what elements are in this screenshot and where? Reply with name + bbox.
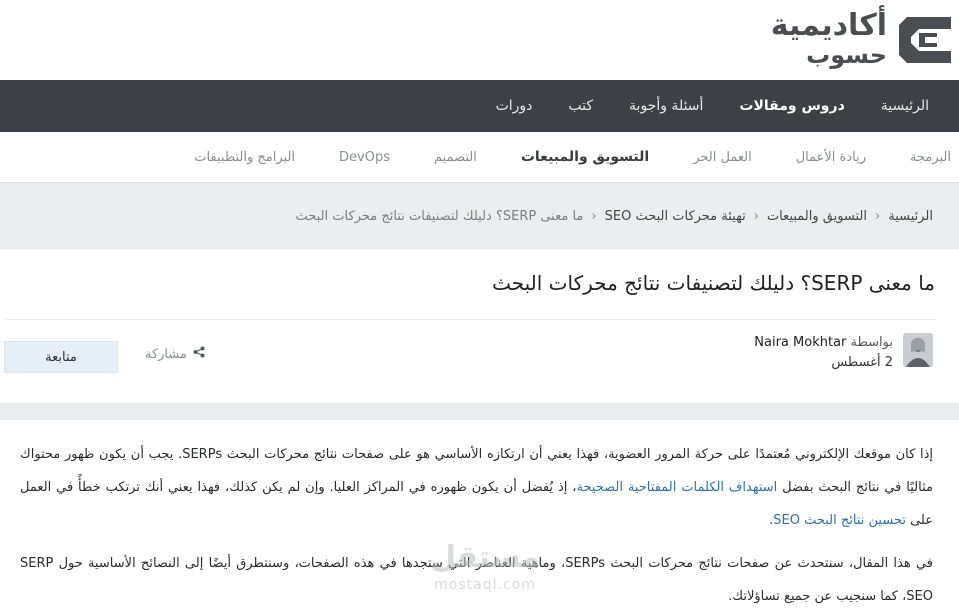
- breadcrumb-separator: ‹: [875, 208, 881, 224]
- breadcrumb-separator: ‹: [591, 208, 597, 224]
- site-header: أكاديمية حسوب: [0, 0, 959, 80]
- logo-line2: حسوب: [806, 41, 887, 69]
- seo-link[interactable]: تحسين نتائج البحث SEO: [773, 513, 906, 528]
- logo-line1: أكاديمية: [770, 8, 887, 43]
- author-name-link[interactable]: Naira Mokhtar: [754, 335, 846, 350]
- primary-nav-courses[interactable]: دورات: [496, 98, 533, 114]
- page-title: ما معنى SERP؟ دليلك لتصنيفات نتائج محركا…: [492, 271, 935, 295]
- category-entrepreneurship[interactable]: ريادة الأعمال: [796, 150, 866, 165]
- breadcrumb-home[interactable]: الرئيسية: [888, 209, 933, 224]
- breadcrumb: الرئيسية ‹ التسويق والمبيعات ‹ تهيئة محر…: [0, 183, 959, 249]
- author-block: بواسطة Naira Mokhtar 2 أغسطس: [754, 333, 933, 373]
- avatar[interactable]: [903, 333, 933, 367]
- primary-nav-home[interactable]: الرئيسية: [881, 98, 929, 114]
- category-marketing[interactable]: التسويق والمبيعات: [521, 149, 649, 165]
- site-logo[interactable]: أكاديمية حسوب: [771, 8, 953, 70]
- follow-button[interactable]: متابعة: [4, 341, 118, 373]
- primary-nav-articles[interactable]: دروس ومقالات: [739, 98, 844, 114]
- category-apps[interactable]: البرامج والتطبيقات: [194, 150, 295, 165]
- category-programming[interactable]: البرمجة: [910, 150, 951, 165]
- category-freelance[interactable]: العمل الحر: [693, 150, 751, 165]
- body-paragraph: إذا كان موقعك الإلكتروني مُعتمدًا على حر…: [20, 438, 933, 537]
- category-design[interactable]: التصميم: [434, 150, 477, 165]
- article-body: إذا كان موقعك الإلكتروني مُعتمدًا على حر…: [0, 420, 959, 612]
- logo-mark-icon: [897, 13, 953, 65]
- author-meta: بواسطة Naira Mokhtar 2 أغسطس: [754, 333, 893, 373]
- primary-nav: الرئيسية دروس ومقالات أسئلة وأجوبة كتب د…: [0, 80, 959, 132]
- breadcrumb-current: ما معنى SERP؟ دليلك لتصنيفات نتائج محركا…: [295, 208, 584, 224]
- primary-nav-questions[interactable]: أسئلة وأجوبة: [629, 98, 703, 114]
- share-icon: [193, 346, 205, 362]
- post-date: 2 أغسطس: [831, 355, 893, 370]
- category-devops[interactable]: DevOps: [339, 150, 390, 165]
- share-label: مشاركة: [145, 346, 187, 362]
- primary-nav-books[interactable]: كتب: [568, 98, 593, 114]
- breadcrumb-separator: ‹: [753, 208, 759, 224]
- author-by-label: بواسطة: [850, 335, 893, 350]
- breadcrumb-seo[interactable]: تهيئة محركات البحث SEO: [605, 209, 746, 224]
- breadcrumb-marketing[interactable]: التسويق والمبيعات: [767, 209, 867, 224]
- header-divider: [6, 319, 935, 320]
- share-button[interactable]: مشاركة: [145, 346, 205, 362]
- body-paragraph: في هذا المقال، سنتحدث عن صفحات نتائج محر…: [20, 556, 934, 604]
- article-header: ما معنى SERP؟ دليلك لتصنيفات نتائج محركا…: [0, 249, 959, 403]
- category-nav: البرمجة ريادة الأعمال العمل الحر التسويق…: [0, 132, 959, 183]
- logo-wordmark: أكاديمية حسوب: [770, 8, 887, 69]
- keywords-link[interactable]: استهداف الكلمات المفتاحية الصحيحة: [576, 480, 777, 495]
